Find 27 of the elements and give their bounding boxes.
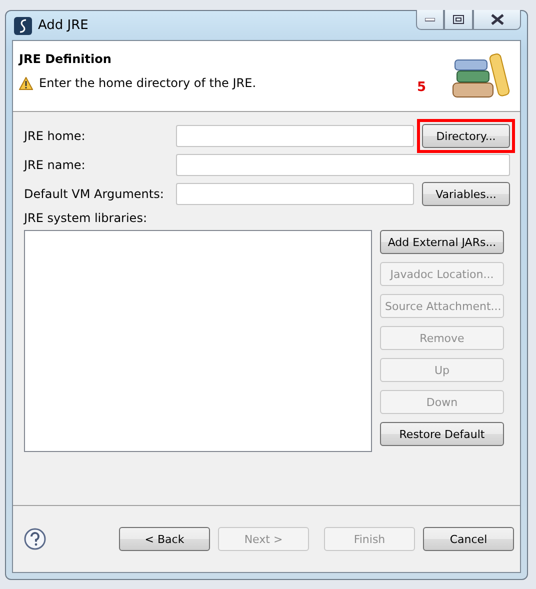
text-field[interactable] xyxy=(176,154,510,176)
minimize-button[interactable] xyxy=(416,10,444,30)
text-field[interactable] xyxy=(176,183,414,205)
minimize-icon xyxy=(425,18,435,22)
window-title: Add JRE xyxy=(38,18,90,33)
library-button[interactable]: Restore Default xyxy=(380,422,504,446)
library-button[interactable]: Add External JARs... xyxy=(380,230,504,254)
field-label: Default VM Arguments: xyxy=(24,187,165,201)
step-number: 5 xyxy=(416,80,426,95)
app-icon xyxy=(14,16,32,34)
wizard-button[interactable]: Cancel xyxy=(423,527,514,551)
browse-button[interactable]: Variables... xyxy=(422,182,510,206)
maximize-button[interactable] xyxy=(444,10,473,30)
wizard-button[interactable]: < Back xyxy=(119,527,210,551)
section-label: JRE system libraries: xyxy=(24,211,148,225)
maximize-icon xyxy=(453,15,464,24)
page-title: JRE Definition xyxy=(19,52,112,66)
close-button[interactable] xyxy=(473,10,521,30)
field-label: JRE home: xyxy=(24,129,86,143)
field-label: JRE name: xyxy=(24,158,86,172)
close-icon xyxy=(490,14,504,25)
status-message: Enter the home directory of the JRE. xyxy=(39,76,256,90)
books-icon xyxy=(450,53,512,99)
warning-icon xyxy=(19,76,33,90)
text-field[interactable] xyxy=(176,125,414,147)
help-icon[interactable] xyxy=(24,528,46,550)
browse-button[interactable]: Directory... xyxy=(422,124,510,148)
